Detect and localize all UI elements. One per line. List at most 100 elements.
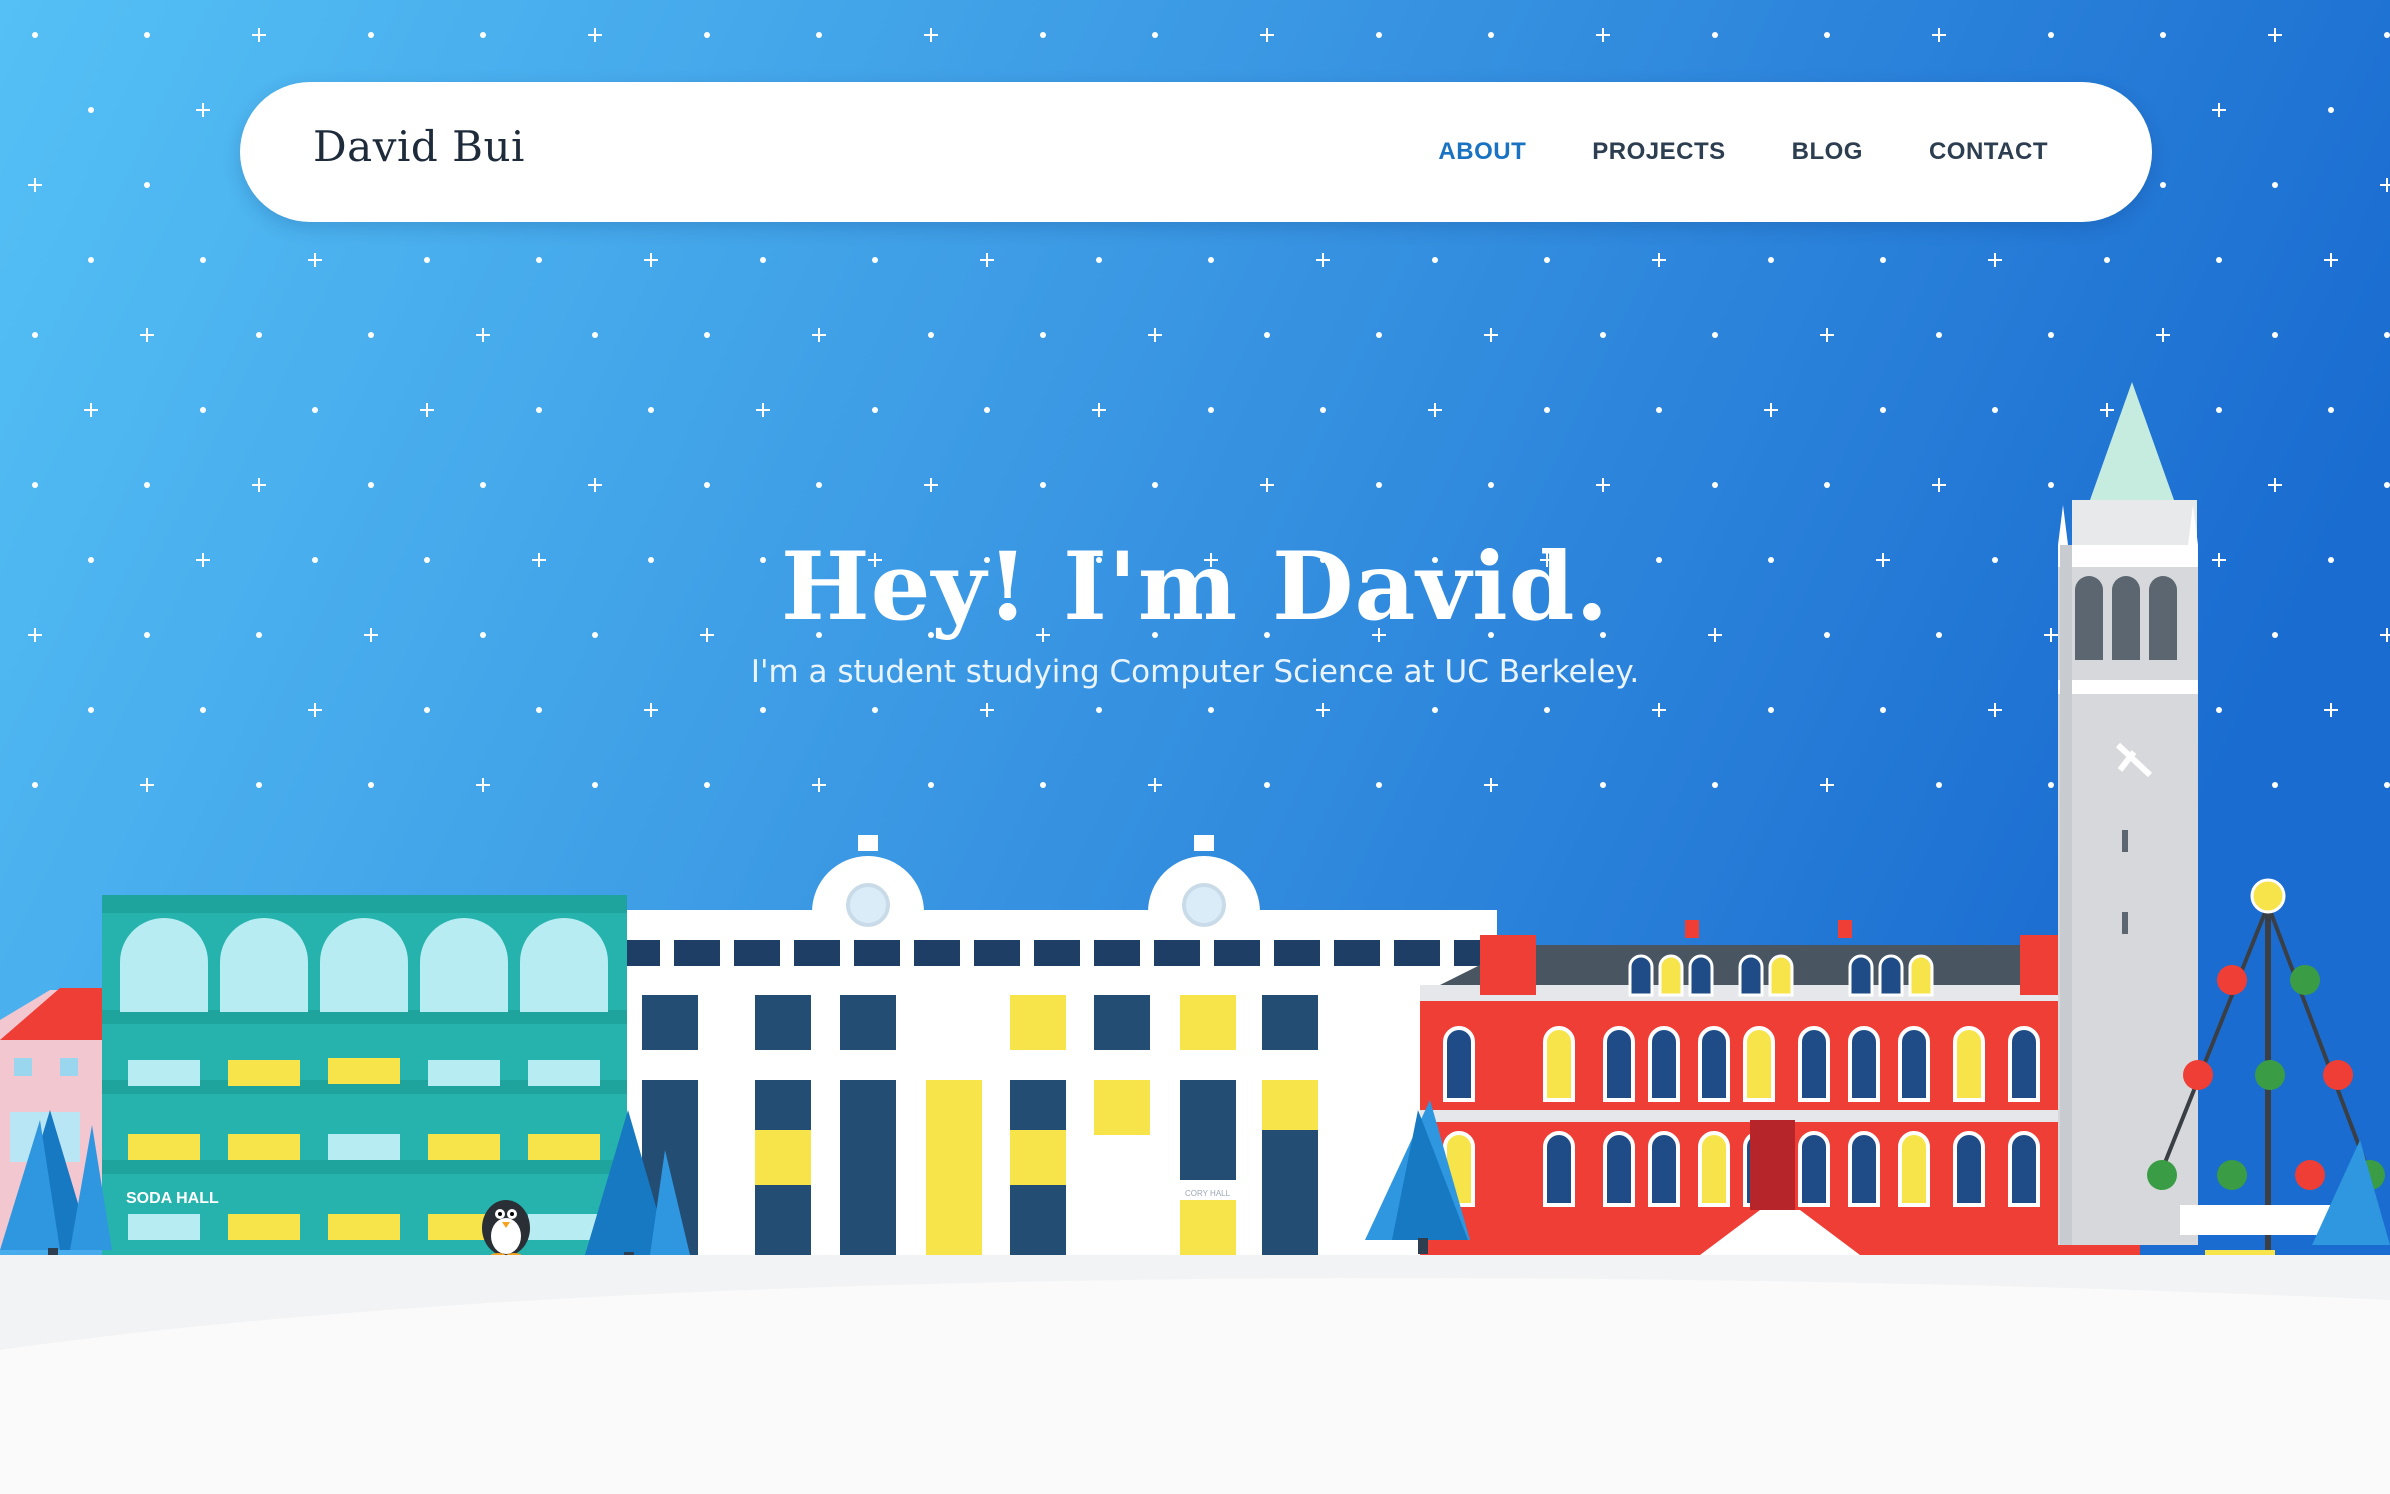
star-dot — [368, 332, 374, 338]
star-dot — [424, 707, 430, 713]
star-dot — [200, 707, 206, 713]
star-dot — [2048, 332, 2054, 338]
red-hall-window — [1443, 1026, 1475, 1102]
red-hall-window — [1848, 1131, 1880, 1207]
red-hall-window — [1798, 1131, 1830, 1207]
star-dot — [368, 482, 374, 488]
star-dot — [1096, 707, 1102, 713]
ornament — [2183, 1060, 2213, 1090]
red-hall-window — [1848, 1026, 1880, 1102]
star-dot — [1264, 782, 1270, 788]
star-dot — [760, 707, 766, 713]
star-dot — [1712, 332, 1718, 338]
ornament — [2323, 1060, 2353, 1090]
red-hall-window — [1953, 1026, 1985, 1102]
red-hall-window — [1543, 1026, 1575, 1102]
campanile-tower — [2058, 382, 2198, 1245]
star-dot — [2048, 32, 2054, 38]
ornament — [2295, 1160, 2325, 1190]
star-dot — [32, 482, 38, 488]
star-dot — [32, 782, 38, 788]
star-dot — [1376, 32, 1382, 38]
ornament — [2255, 1060, 2285, 1090]
star-dot — [2160, 182, 2166, 188]
red-hall-dormer-window — [1908, 954, 1934, 997]
star-dot — [1936, 782, 1942, 788]
red-hall-window — [1603, 1026, 1635, 1102]
star-dot — [144, 482, 150, 488]
star-dot — [928, 332, 934, 338]
star-dot — [1712, 32, 1718, 38]
star-dot — [1040, 332, 1046, 338]
star-dot — [1488, 482, 1494, 488]
red-hall-window — [1698, 1026, 1730, 1102]
star-dot — [2328, 107, 2334, 113]
star-dot — [256, 332, 262, 338]
red-hall-dormer-window — [1658, 954, 1684, 997]
star-dot — [872, 257, 878, 263]
star-dot — [1320, 407, 1326, 413]
star-dot — [648, 407, 654, 413]
nav-link-contact[interactable]: CONTACT — [1929, 138, 2048, 166]
star-dot — [1880, 707, 1886, 713]
star-dot — [2104, 257, 2110, 263]
star-dot — [1768, 707, 1774, 713]
nav-link-blog[interactable]: BLOG — [1792, 138, 1863, 166]
star-dot — [1600, 782, 1606, 788]
star-dot — [1544, 257, 1550, 263]
star-dot — [32, 332, 38, 338]
nav-link-about[interactable]: ABOUT — [1438, 138, 1526, 166]
red-hall-window — [2008, 1026, 2040, 1102]
red-hall-window — [1648, 1026, 1680, 1102]
star-dot — [872, 407, 878, 413]
red-hall-window — [1743, 1026, 1775, 1102]
hero-illustration: SODA HALL CORY HALL — [0, 0, 2390, 1494]
star-dot — [88, 707, 94, 713]
soda-hall-sign: SODA HALL — [126, 1190, 219, 1207]
star-dot — [1208, 707, 1214, 713]
star-dot — [2328, 407, 2334, 413]
star-dot — [1432, 707, 1438, 713]
star-dot — [480, 482, 486, 488]
star-dot — [2384, 32, 2390, 38]
star-dot — [1600, 332, 1606, 338]
star-dot — [144, 32, 150, 38]
red-hall-dormer-window — [1628, 954, 1654, 997]
star-dot — [1768, 257, 1774, 263]
nav-link-projects[interactable]: PROJECTS — [1592, 138, 1725, 166]
star-dot — [1824, 32, 1830, 38]
cory-hall-sign: CORY HALL — [1185, 1189, 1231, 1198]
star-dot — [256, 782, 262, 788]
star-dot — [872, 707, 878, 713]
star-dot — [2216, 407, 2222, 413]
site-brand-name[interactable]: David Bui — [313, 122, 525, 171]
red-hall-window — [1898, 1026, 1930, 1102]
star-dot — [816, 482, 822, 488]
star-dot — [1152, 32, 1158, 38]
star-dot — [1264, 332, 1270, 338]
star-dot — [1488, 32, 1494, 38]
star-dot — [1040, 32, 1046, 38]
star-dot — [2272, 782, 2278, 788]
star-dot — [1712, 782, 1718, 788]
star-dot — [928, 782, 934, 788]
star-dot — [1432, 257, 1438, 263]
star-dot — [1040, 482, 1046, 488]
star-dot — [984, 407, 990, 413]
star-dot — [312, 407, 318, 413]
ornament — [2147, 1160, 2177, 1190]
red-hall-dormer-window — [1768, 954, 1794, 997]
red-hall-window — [1898, 1131, 1930, 1207]
star-dot — [2216, 707, 2222, 713]
star-dot — [2216, 257, 2222, 263]
star-dot — [2160, 32, 2166, 38]
star-dot — [2384, 482, 2390, 488]
star-dot — [1040, 782, 1046, 788]
star-dot — [88, 257, 94, 263]
red-hall-dormer-window — [1738, 954, 1764, 997]
star-dot — [2384, 332, 2390, 338]
star-dot — [368, 782, 374, 788]
star-dot — [1656, 407, 1662, 413]
star-dot — [1880, 257, 1886, 263]
nav-menu: ABOUT PROJECTS BLOG CONTACT — [1438, 138, 2048, 166]
